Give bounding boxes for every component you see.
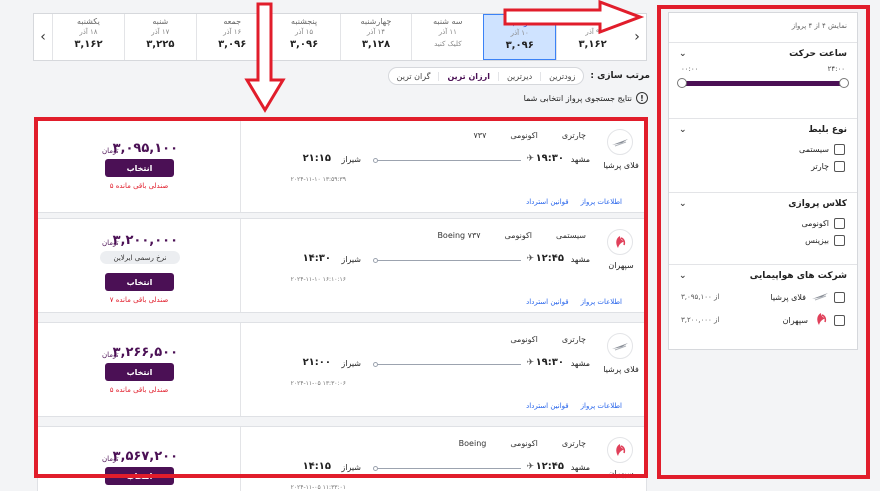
annotation-arrows: [244, 0, 645, 113]
down-arrow: [244, 2, 286, 113]
right-arrow: [503, 0, 645, 35]
